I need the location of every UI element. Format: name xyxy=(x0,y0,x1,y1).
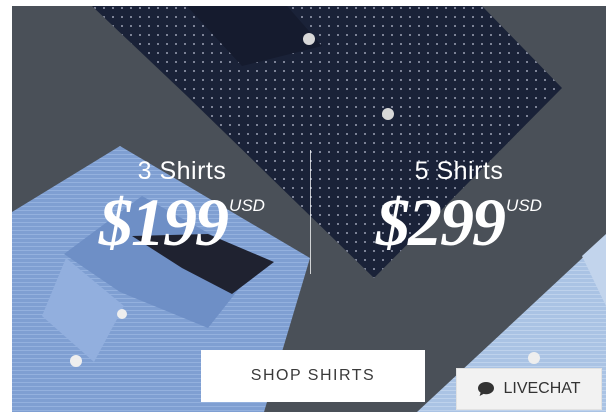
chat-bubble-icon xyxy=(478,382,495,396)
offer-5-quantity: 5 Shirts xyxy=(414,157,504,185)
shop-shirts-button[interactable]: SHOP SHIRTS xyxy=(201,350,425,402)
offer-5-shirts: 5 Shirts $299 USD xyxy=(334,156,584,256)
livechat-label: LIVECHAT xyxy=(503,380,581,397)
offer-3-currency: USD xyxy=(229,196,265,215)
offer-divider xyxy=(310,150,311,274)
promo-banner[interactable]: 3 Shirts $199 USD 5 Shirts $299 USD SHOP… xyxy=(12,6,606,412)
offer-3-shirts: 3 Shirts $199 USD xyxy=(62,156,302,256)
livechat-button[interactable]: LIVECHAT xyxy=(456,368,602,410)
page: 3 Shirts $199 USD 5 Shirts $299 USD SHOP… xyxy=(0,0,606,412)
offer-5-price: $299 xyxy=(376,184,506,260)
offer-3-quantity: 3 Shirts xyxy=(137,157,227,185)
offer-3-price: $199 xyxy=(99,184,229,260)
offer-5-currency: USD xyxy=(506,196,542,215)
